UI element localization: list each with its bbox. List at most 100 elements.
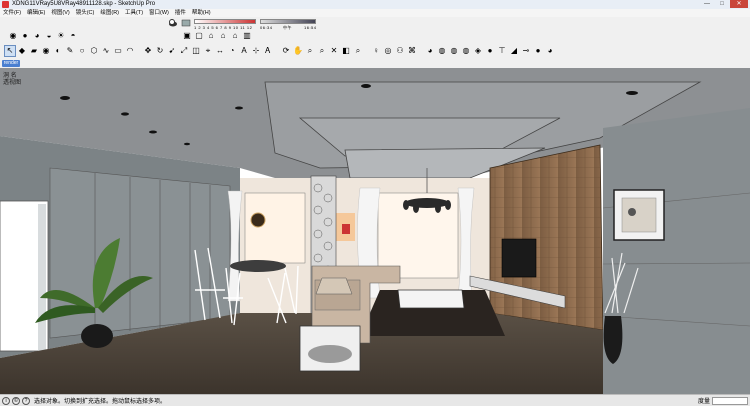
share-model-icon[interactable]: ◈ — [473, 46, 483, 56]
camera-icon[interactable]: ◉ — [8, 31, 18, 41]
walk-icon[interactable]: ◒ — [44, 31, 54, 41]
menu-tools[interactable]: 工具(T) — [122, 9, 146, 17]
polygon-icon[interactable]: ⬡ — [89, 46, 99, 56]
freehand-icon[interactable]: ∿ — [101, 46, 111, 56]
menu-view[interactable]: 视图(V) — [48, 9, 72, 17]
arc-icon[interactable]: ◠ — [125, 46, 135, 56]
credits-status-icon[interactable]: © — [12, 396, 20, 405]
menu-window[interactable]: 窗口(W) — [146, 9, 172, 17]
follow-me-icon[interactable]: ➹ — [167, 46, 177, 56]
paint-bucket-icon[interactable]: ◕ — [32, 31, 42, 41]
eraser-icon[interactable]: ▰ — [29, 46, 39, 56]
protractor-icon[interactable]: ◔ — [227, 46, 237, 56]
offset-icon[interactable]: ◫ — [191, 46, 201, 56]
right-view-icon[interactable]: ⌂ — [218, 31, 228, 41]
hat-icon[interactable]: ◓ — [68, 31, 78, 41]
omni-light-icon[interactable]: ⊸ — [521, 46, 531, 56]
pan-icon[interactable]: ✋ — [293, 46, 303, 56]
downlight — [361, 84, 371, 88]
iso-view-icon[interactable]: ▣ — [182, 31, 192, 41]
select-arrow-icon[interactable]: ↖ — [4, 45, 16, 57]
menu-help[interactable]: 帮助(H) — [189, 9, 214, 17]
text-icon[interactable]: A — [239, 46, 249, 56]
sun-icon[interactable]: ☀ — [56, 31, 66, 41]
downlight — [184, 142, 190, 146]
light-icon[interactable]: ● — [485, 46, 495, 56]
date-scale: 1 2 3 4 5 6 7 8 9 10 11 12 — [194, 25, 253, 30]
shadow-toggle-icon[interactable] — [168, 18, 178, 28]
menu-plugins[interactable]: 插件 — [172, 9, 189, 17]
fog-toggle-icon[interactable] — [181, 18, 191, 28]
menu-camera[interactable]: 镜头(C) — [73, 9, 98, 17]
fireplace-art — [342, 224, 350, 234]
axes-icon[interactable]: ⊹ — [251, 46, 261, 56]
scale-icon[interactable]: ⤢ — [179, 46, 189, 56]
move-icon[interactable]: ✥ — [143, 46, 153, 56]
downlight — [60, 96, 70, 100]
ies-light-icon[interactable]: ◢ — [509, 46, 519, 56]
dimension-icon[interactable]: ↔ — [215, 46, 225, 56]
measurements-label: 度量 — [697, 399, 710, 405]
previous-view-icon[interactable]: ◧ — [341, 46, 351, 56]
views-toolbar: ▣ ▢ ⌂ ⌂ ⌂ ▥ — [182, 31, 254, 41]
geo-location-status-icon[interactable]: i — [2, 396, 10, 405]
coffee-table — [397, 289, 465, 309]
standard-toolbar: ◉ ● ◕ ◒ ☀ ◓ — [8, 31, 80, 41]
orbit-icon[interactable]: ● — [20, 31, 30, 41]
maximize-button[interactable]: □ — [715, 0, 729, 8]
position-camera-icon[interactable]: ♀ — [371, 46, 381, 56]
date-slider[interactable] — [194, 19, 256, 24]
menu-file[interactable]: 文件(F) — [0, 9, 24, 17]
push-pull-icon[interactable]: ◐ — [53, 46, 63, 56]
zoom-window-icon[interactable]: ⌕ — [317, 46, 327, 56]
model-viewport[interactable]: 洞 名 透视图 — [0, 68, 750, 394]
help-status-icon[interactable]: ? — [22, 396, 30, 405]
rotate-icon[interactable]: ↻ — [155, 46, 165, 56]
left-view-icon[interactable]: ▥ — [242, 31, 252, 41]
make-component-icon[interactable]: ◆ — [17, 46, 27, 56]
downlight — [235, 106, 243, 110]
measurements-input[interactable] — [712, 397, 748, 405]
menu-edit[interactable]: 编辑(E) — [24, 9, 48, 17]
section-plane-icon[interactable]: ⌘ — [407, 46, 417, 56]
zoom-icon[interactable]: ⌕ — [305, 46, 315, 56]
time-right-label: 16:54 — [304, 25, 317, 30]
title-bar: XDNG11VRay5U8VRay48911128.skp - SketchUp… — [0, 0, 750, 9]
geo-location-icon[interactable]: ◕ — [425, 46, 435, 56]
menu-draw[interactable]: 绘图(R) — [97, 9, 122, 17]
photo-texture-icon[interactable]: ◍ — [449, 46, 459, 56]
zoom-extents-icon[interactable]: ✕ — [329, 46, 339, 56]
top-view-icon[interactable]: ▢ — [194, 31, 204, 41]
back-view-icon[interactable]: ⌂ — [230, 31, 240, 41]
next-view-icon[interactable]: ⌕ — [353, 46, 363, 56]
downlight — [626, 91, 638, 95]
warehouse-icon[interactable]: ◍ — [461, 46, 471, 56]
walk-tool-icon[interactable]: ⚇ — [395, 46, 405, 56]
dome-light-icon[interactable]: ● — [533, 46, 543, 56]
3d-text-icon[interactable]: Ꭺ — [263, 46, 273, 56]
right-wall — [603, 108, 750, 394]
terrain-icon[interactable]: ◍ — [437, 46, 447, 56]
look-around-icon[interactable]: ◎ — [383, 46, 393, 56]
time-slider[interactable] — [260, 19, 316, 24]
circle-icon[interactable]: ○ — [77, 46, 87, 56]
dining-table — [230, 260, 286, 272]
menu-bar: 文件(F) 编辑(E) 视图(V) 镜头(C) 绘图(R) 工具(T) 窗口(W… — [0, 9, 750, 17]
shadow-settings-panel: 1 2 3 4 5 6 7 8 9 10 11 12 06:34 中午 16:5… — [168, 17, 318, 31]
close-button[interactable]: ✕ — [730, 0, 748, 8]
paint-icon[interactable]: ◉ — [41, 46, 51, 56]
tape-measure-icon[interactable]: ⌖ — [203, 46, 213, 56]
sketchup-logo-icon — [2, 1, 9, 8]
time-left-label: 06:34 — [260, 25, 273, 30]
spot-light-icon[interactable]: ⊤ — [497, 46, 507, 56]
tv — [501, 238, 537, 278]
front-view-icon[interactable]: ⌂ — [206, 31, 216, 41]
sketchup-window: XDNG11VRay5U8VRay48911128.skp - SketchUp… — [0, 0, 750, 406]
pencil-icon[interactable]: ✎ — [65, 46, 75, 56]
rectangle-icon[interactable]: ▭ — [113, 46, 123, 56]
scene-tab-render[interactable]: render — [2, 60, 20, 67]
vray-options-icon[interactable]: ◕ — [545, 46, 555, 56]
viewport-label-view: 透视图 — [3, 80, 22, 86]
orbit-tool-icon[interactable]: ⟳ — [281, 46, 291, 56]
minimize-button[interactable]: — — [700, 0, 714, 8]
